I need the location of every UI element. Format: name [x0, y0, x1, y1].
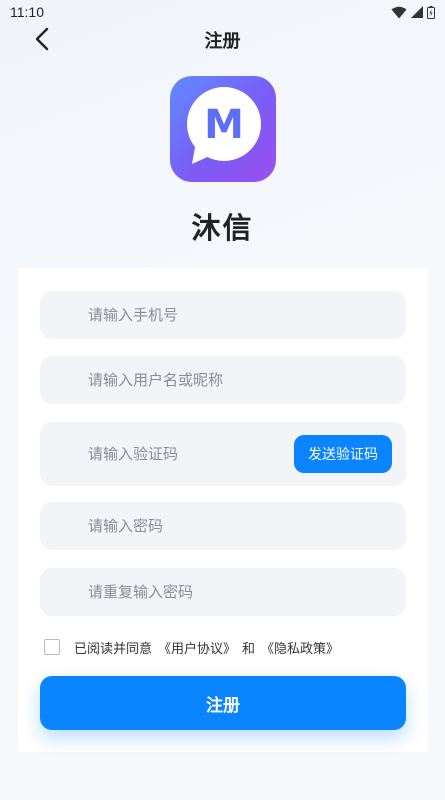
status-icons: [391, 5, 435, 19]
logo-letter: M: [204, 102, 244, 148]
confirm-password-input[interactable]: [88, 568, 318, 616]
battery-icon: [427, 5, 435, 19]
status-time: 11:10: [10, 4, 44, 20]
confirm-password-field: [40, 568, 406, 616]
signal-icon: [411, 6, 423, 18]
password-field: [40, 502, 406, 550]
user-agreement-link[interactable]: 《用户协议》: [158, 638, 236, 657]
register-button[interactable]: 注册: [40, 676, 406, 730]
username-input[interactable]: [88, 356, 318, 404]
nav-bar: 注册: [0, 24, 445, 54]
wifi-icon: [391, 6, 407, 19]
agreement-prefix: 已阅读并同意: [74, 641, 153, 657]
phone-input[interactable]: [88, 291, 318, 339]
password-input[interactable]: [88, 502, 318, 550]
chat-bubble-logo-icon: M: [187, 87, 261, 164]
privacy-policy-link[interactable]: 《隐私政策》: [261, 638, 339, 657]
app-logo: M: [170, 76, 276, 182]
agree-checkbox[interactable]: [44, 639, 60, 655]
username-field: [40, 356, 406, 404]
phone-field: [40, 291, 406, 339]
verification-code-input[interactable]: [88, 422, 318, 486]
status-bar: 11:10: [0, 0, 445, 24]
app-name: 沐信: [191, 211, 254, 245]
page-title: 注册: [204, 31, 241, 52]
register-form: 发送验证码 已阅读并同意 《用户协议》 和 《隐私政策》 注册: [18, 268, 428, 752]
send-code-button[interactable]: 发送验证码: [294, 435, 392, 473]
agreement-conjunction: 和: [242, 641, 256, 657]
verification-code-field: 发送验证码: [40, 422, 406, 486]
agreement-row: 已阅读并同意 《用户协议》 和 《隐私政策》: [44, 636, 345, 658]
